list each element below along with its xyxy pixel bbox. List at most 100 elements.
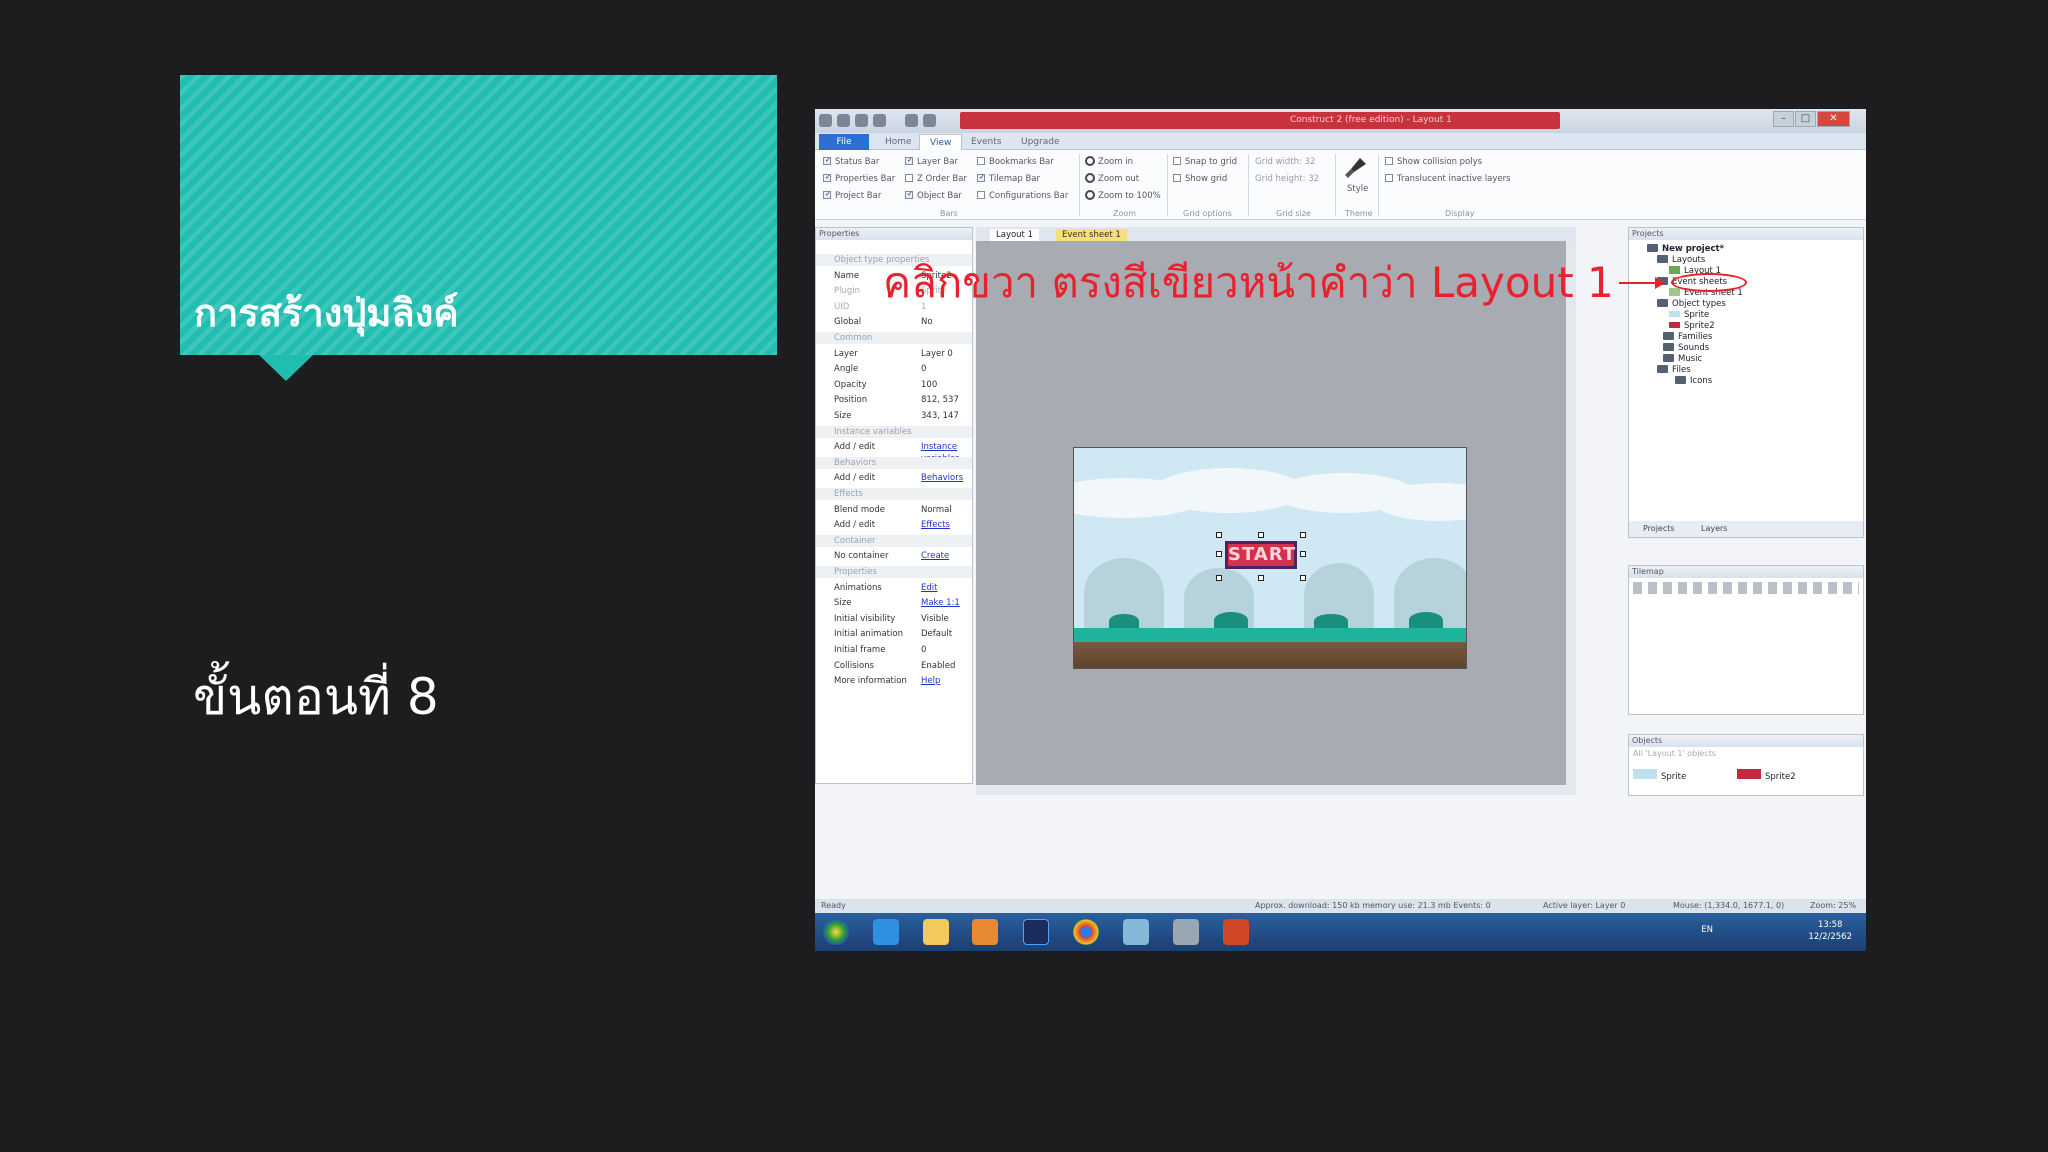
snap-to-grid-toggle[interactable]: Snap to grid [1173, 157, 1237, 167]
tab-layers[interactable]: Layers [1701, 524, 1727, 533]
property-row[interactable]: Initial visibility Visible [816, 613, 972, 625]
redo-icon[interactable] [873, 114, 886, 127]
property-link[interactable]: Effects [921, 519, 950, 531]
property-group[interactable]: Common [816, 332, 972, 344]
tab-layout-1[interactable]: Layout 1 [990, 229, 1040, 241]
property-row[interactable]: Blend mode Normal [816, 504, 972, 516]
property-row[interactable]: Size Make 1:1 [816, 597, 972, 609]
property-row[interactable]: Initial frame 0 [816, 644, 972, 656]
tree-sprite[interactable]: Sprite [1669, 310, 1709, 320]
show-grid-toggle[interactable]: Show grid [1173, 174, 1227, 184]
grid-width-field[interactable]: Grid width: 32 [1255, 157, 1315, 167]
taskbar-clock[interactable]: 13:58 12/2/2562 [1808, 919, 1852, 943]
status-bar-toggle[interactable]: Status Bar [823, 157, 879, 167]
project-bar-toggle[interactable]: Project Bar [823, 191, 881, 201]
tree-files[interactable]: Files [1657, 365, 1691, 375]
horizontal-scrollbar[interactable] [976, 785, 1576, 795]
property-group[interactable]: Instance variables [816, 425, 972, 438]
property-link[interactable]: Create [921, 550, 949, 562]
run-icon[interactable] [905, 114, 918, 127]
document-tabs: Layout 1 Event sheet 1 [976, 227, 1576, 241]
property-row[interactable]: Initial animation Default [816, 628, 972, 640]
window-icon[interactable] [1123, 919, 1149, 945]
language-indicator[interactable]: EN [1701, 925, 1713, 935]
tab-projects[interactable]: Projects [1643, 524, 1675, 533]
grid-height-field[interactable]: Grid height: 32 [1255, 174, 1319, 184]
properties-bar-toggle[interactable]: Properties Bar [823, 174, 895, 184]
tab-upgrade[interactable]: Upgrade [1011, 134, 1069, 150]
settings-icon[interactable] [923, 114, 936, 127]
configurations-bar-toggle[interactable]: Configurations Bar [977, 191, 1068, 201]
tree-layouts[interactable]: Layouts [1657, 255, 1705, 265]
tab-home[interactable]: Home [875, 134, 922, 150]
minimize-button[interactable]: – [1773, 111, 1794, 127]
title-card: การสร้างปุ่มลิงค์ [180, 75, 777, 381]
game-canvas[interactable]: START [1073, 447, 1467, 669]
objects-filter[interactable]: All 'Layout 1' objects [1633, 749, 1716, 758]
tree-sounds[interactable]: Sounds [1663, 343, 1709, 353]
property-group[interactable]: Effects [816, 488, 972, 500]
object-sprite2[interactable]: Sprite2 [1737, 769, 1796, 782]
property-row[interactable]: Global No [816, 316, 972, 328]
tree-object-types[interactable]: Object types [1657, 299, 1726, 309]
chrome-icon[interactable] [1073, 919, 1099, 945]
property-group[interactable]: Behaviors [816, 456, 972, 469]
zorder-bar-toggle[interactable]: Z Order Bar [905, 174, 967, 184]
maximize-button[interactable]: □ [1795, 111, 1816, 127]
tree-root[interactable]: New project* [1647, 244, 1724, 254]
explorer-icon[interactable] [923, 919, 949, 945]
property-value: No [921, 317, 933, 328]
close-button[interactable]: ✕ [1817, 111, 1850, 127]
zoom-in-button[interactable]: Zoom in [1085, 156, 1133, 167]
property-link[interactable]: Make 1:1 [921, 597, 960, 609]
tree-families[interactable]: Families [1663, 332, 1712, 342]
property-row[interactable]: No container Create [816, 550, 972, 562]
tilemap-bar-toggle[interactable]: Tilemap Bar [977, 174, 1040, 184]
zoom-100-button[interactable]: Zoom to 100% [1085, 190, 1161, 201]
photoshop-icon[interactable] [1023, 919, 1049, 945]
property-group[interactable]: Properties [816, 566, 972, 578]
property-row[interactable]: Animations Edit [816, 582, 972, 594]
style-button[interactable] [1342, 156, 1372, 182]
tree-sprite2[interactable]: Sprite2 [1669, 321, 1715, 331]
property-row[interactable]: Layer Layer 0 [816, 348, 972, 360]
property-row[interactable]: Angle 0 [816, 363, 972, 375]
tab-view[interactable]: View [919, 134, 963, 150]
property-link[interactable]: Behaviors [921, 472, 963, 484]
tab-file[interactable]: File [819, 134, 869, 150]
vertical-scrollbar[interactable] [1566, 241, 1576, 785]
property-row[interactable]: More information Help [816, 675, 972, 687]
show-collision-polys-toggle[interactable]: Show collision polys [1385, 157, 1482, 167]
construct-icon[interactable] [1173, 919, 1199, 945]
tree-icons[interactable]: Icons [1675, 376, 1712, 386]
tilemap-toolbar[interactable] [1633, 582, 1859, 594]
property-key: More information [834, 676, 907, 687]
property-row[interactable]: Add / editInstance variables [816, 441, 972, 464]
zoom-out-button[interactable]: Zoom out [1085, 173, 1139, 184]
property-row[interactable]: Opacity 100 [816, 379, 972, 391]
app-icon[interactable] [819, 114, 832, 127]
translucent-layers-toggle[interactable]: Translucent inactive layers [1385, 174, 1511, 184]
object-bar-toggle[interactable]: Object Bar [905, 191, 962, 201]
property-row[interactable]: Add / edit Behaviors [816, 472, 972, 484]
powerpoint-icon[interactable] [1223, 919, 1249, 945]
media-player-icon[interactable] [972, 919, 998, 945]
layer-bar-toggle[interactable]: Layer Bar [905, 157, 958, 167]
property-link[interactable]: Edit [921, 582, 937, 594]
tab-event-sheet-1[interactable]: Event sheet 1 [1056, 229, 1127, 241]
tree-music[interactable]: Music [1663, 354, 1702, 364]
ie-icon[interactable] [873, 919, 899, 945]
property-row[interactable]: Add / edit Effects [816, 519, 972, 531]
tab-events[interactable]: Events [961, 134, 1011, 150]
object-sprite[interactable]: Sprite [1633, 769, 1686, 782]
start-button-sprite[interactable]: START [1225, 541, 1297, 569]
bookmarks-bar-toggle[interactable]: Bookmarks Bar [977, 157, 1054, 167]
property-row[interactable]: Collisions Enabled [816, 660, 972, 672]
property-row[interactable]: Size 343, 147 [816, 410, 972, 422]
property-row[interactable]: Position 812, 537 [816, 394, 972, 406]
save-icon[interactable] [837, 114, 850, 127]
property-group[interactable]: Container [816, 534, 972, 547]
property-link[interactable]: Help [921, 675, 940, 687]
undo-icon[interactable] [855, 114, 868, 127]
start-orb-icon[interactable] [823, 919, 849, 945]
